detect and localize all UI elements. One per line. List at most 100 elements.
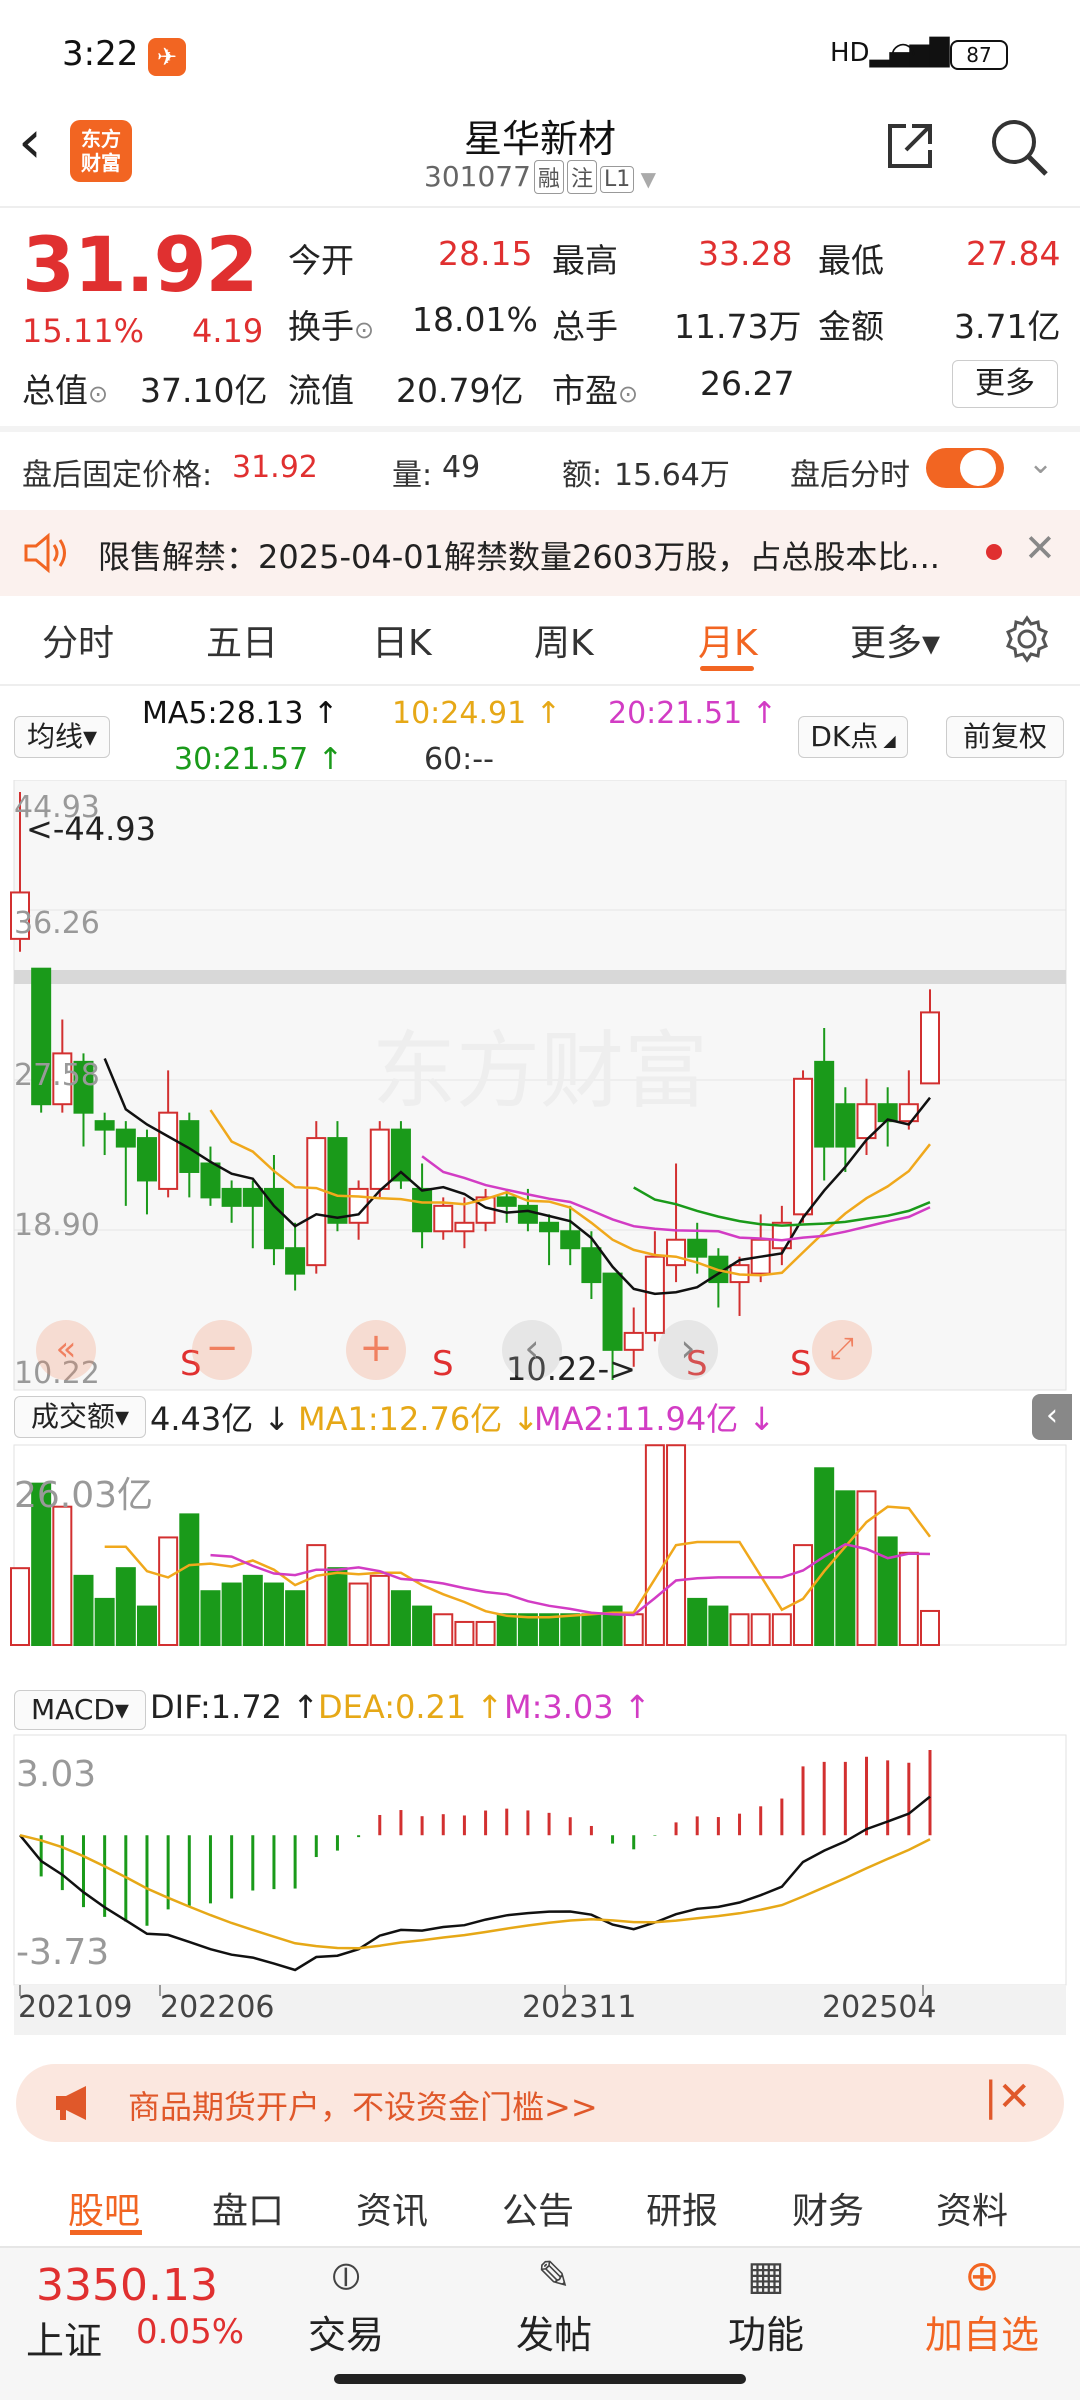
active-tab-indicator: [700, 666, 754, 671]
after-hours-price: 31.92: [232, 450, 318, 485]
trade-button[interactable]: ⦶ 交易: [266, 2248, 426, 2378]
tab-news[interactable]: 资讯: [356, 2182, 428, 2234]
volume-bar: [369, 1574, 390, 1646]
adjust-button[interactable]: 前复权: [946, 716, 1064, 758]
after-vol-label: 量:: [392, 458, 433, 493]
tab-more[interactable]: 更多▾: [850, 614, 940, 666]
gear-icon[interactable]: [1002, 614, 1052, 664]
low-value: 27.84: [966, 234, 1061, 273]
volume-bar: [920, 1609, 940, 1646]
zoom-out-icon[interactable]: −: [192, 1320, 252, 1380]
volume-bar: [835, 1490, 856, 1647]
open-value: 28.15: [438, 234, 533, 273]
volume-bar: [73, 1574, 94, 1646]
index-percent[interactable]: 0.05%: [136, 2312, 244, 2352]
x-axis-label: 202504: [822, 1990, 937, 2025]
search-icon[interactable]: [988, 116, 1050, 178]
functions-button[interactable]: ▦ 功能: [686, 2248, 846, 2378]
ma5-value: MA5:28.13 ↑: [142, 696, 339, 731]
volume-bar: [263, 1582, 284, 1647]
volume-selector[interactable]: 成交额▾: [14, 1396, 146, 1438]
functions-label: 功能: [727, 2313, 804, 2357]
info-icon[interactable]: ⊙: [354, 316, 374, 344]
tab-forum[interactable]: 股吧: [68, 2182, 140, 2234]
index-name[interactable]: 上证: [26, 2310, 102, 2365]
market-cap-label: 总值⊙: [22, 364, 108, 412]
tab-five-day[interactable]: 五日: [206, 614, 278, 666]
index-value[interactable]: 3350.13: [36, 2260, 218, 2311]
prev-icon[interactable]: ‹: [502, 1320, 562, 1380]
candle-body: [454, 1221, 475, 1233]
candle-body: [517, 1204, 538, 1224]
notice-text[interactable]: 限售解禁：2025-04-01解禁数量2603万股，占总股本比...: [98, 532, 958, 578]
volume-axis-max: 26.03亿: [14, 1475, 154, 1516]
volume-bar: [750, 1613, 771, 1647]
candle-body: [200, 1162, 221, 1199]
tab-profile[interactable]: 资料: [936, 2182, 1008, 2234]
volume-bar: [306, 1544, 327, 1646]
tab-daily-k[interactable]: 日K: [372, 614, 432, 666]
tab-orderbook[interactable]: 盘口: [212, 2182, 284, 2234]
tab-research[interactable]: 研报: [646, 2182, 718, 2234]
dk-point-button[interactable]: DK点 ◢: [798, 716, 908, 758]
volume-bar: [433, 1613, 454, 1647]
tab-announcements[interactable]: 公告: [502, 2182, 574, 2234]
side-panel-toggle[interactable]: ‹: [1032, 1394, 1072, 1440]
stock-code: 301077: [424, 160, 531, 193]
macd-selector[interactable]: MACD▾: [14, 1690, 146, 1730]
volume-bar: [877, 1536, 898, 1647]
volume-bar: [115, 1567, 136, 1647]
change-amount: 4.19: [192, 312, 264, 350]
share-icon[interactable]: [882, 118, 938, 174]
scroll-left-icon[interactable]: «: [36, 1320, 96, 1380]
high-value: 33.28: [698, 234, 793, 273]
more-button[interactable]: 更多: [952, 360, 1058, 408]
info-icon[interactable]: ⊙: [618, 380, 638, 408]
close-icon[interactable]: ✕: [1024, 526, 1056, 570]
volume-value: 11.73万: [674, 307, 802, 346]
volume-ma1: MA1:12.76亿 ↓: [298, 1400, 540, 1438]
post-button[interactable]: ✎ 发帖: [474, 2248, 634, 2378]
volume-bar: [390, 1590, 411, 1646]
candle-body: [433, 1204, 454, 1233]
candle-body: [560, 1230, 581, 1250]
volume-bar: [644, 1444, 665, 1647]
volume-bar: [94, 1597, 115, 1647]
volume-bar: [285, 1590, 306, 1646]
next-icon[interactable]: ›: [658, 1320, 718, 1380]
volume-bar: [856, 1490, 877, 1647]
tab-intraday[interactable]: 分时: [42, 614, 114, 666]
ma-selector[interactable]: 均线▾: [14, 716, 110, 758]
tab-monthly-k[interactable]: 月K: [698, 614, 758, 666]
zoom-in-icon[interactable]: +: [346, 1320, 406, 1380]
candle-body: [327, 1137, 348, 1224]
price-axis-3: 27.58: [14, 1058, 100, 1093]
volume-ma2: MA2:11.94亿 ↓: [534, 1400, 776, 1438]
promo-text[interactable]: 商品期货开户，不设资金门槛>>: [128, 2082, 598, 2128]
tab-weekly-k[interactable]: 周K: [534, 614, 594, 666]
fullscreen-icon[interactable]: ⤢: [812, 1320, 872, 1380]
open-label: 今开: [288, 241, 354, 280]
macd-axis-top: 3.03: [16, 1754, 97, 1795]
add-watchlist-button[interactable]: ⊕ 加自选: [894, 2248, 1070, 2378]
dk-point-label: DK点: [810, 720, 879, 753]
network-label: HD: [830, 38, 870, 68]
candle-body: [687, 1238, 708, 1258]
volume-bar: [771, 1613, 792, 1647]
close-icon[interactable]: |✕: [984, 2074, 1031, 2120]
macd-dif: DIF:1.72 ↑: [150, 1688, 320, 1726]
volume-label: 总手: [552, 307, 618, 346]
pe-label: 市盈⊙: [552, 364, 638, 412]
grid-icon: ▦: [747, 2253, 785, 2299]
volume-bar: [898, 1551, 919, 1647]
chevron-down-icon[interactable]: ⌄: [1028, 446, 1053, 481]
volume-bar: [221, 1582, 242, 1647]
info-icon[interactable]: ⊙: [88, 380, 108, 408]
candle-body: [221, 1187, 242, 1207]
tab-finance[interactable]: 财务: [792, 2182, 864, 2234]
trade-label: 交易: [307, 2313, 384, 2357]
volume-bar: [729, 1613, 750, 1647]
change-percent: 15.11%: [22, 312, 145, 350]
wifi-icon: ◠: [890, 36, 917, 71]
chevron-down-icon[interactable]: ▼: [634, 167, 656, 191]
